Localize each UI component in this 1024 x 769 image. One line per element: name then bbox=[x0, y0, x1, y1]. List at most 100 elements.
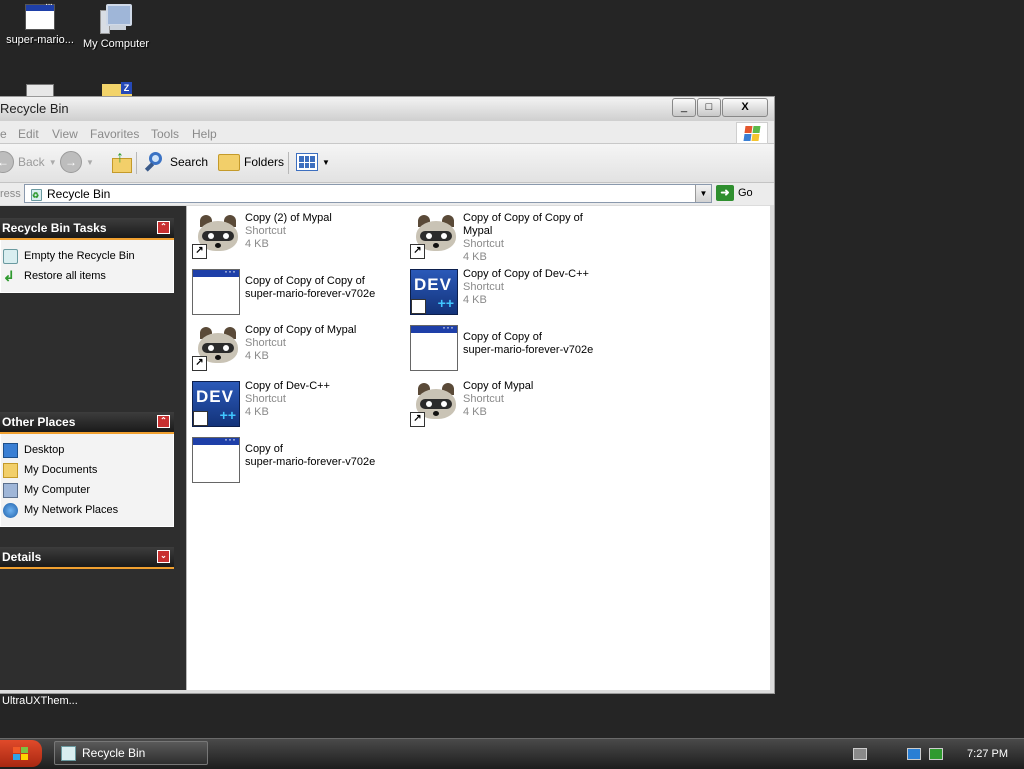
menu-help[interactable]: Help bbox=[192, 127, 217, 141]
file-name: Copy (2) of Mypal bbox=[245, 212, 332, 224]
file-size: 4 KB bbox=[463, 406, 487, 418]
panel-header[interactable]: Other Places ⌃ bbox=[0, 412, 174, 434]
clock[interactable]: 7:27 PM bbox=[967, 748, 1008, 760]
menu-bar: e Edit View Favorites Tools Help bbox=[0, 121, 774, 144]
collapse-icon[interactable]: ⌃ bbox=[157, 221, 170, 234]
file-item[interactable]: Copy of Copy of Copy of super-mario-fore… bbox=[187, 264, 397, 318]
shortcut-arrow-icon: ↗ bbox=[193, 411, 208, 426]
file-item[interactable]: ↗ Copy of Copy of Mypal Shortcut 4 KB bbox=[187, 322, 397, 374]
minimize-button[interactable]: _ bbox=[672, 98, 696, 117]
taskbar-button-recycle-bin[interactable]: Recycle Bin bbox=[54, 741, 208, 765]
file-item[interactable]: Copy of super-mario-forever-v702e bbox=[187, 432, 397, 486]
go-label: Go bbox=[738, 187, 753, 199]
address-bar: ress ♻ Recycle Bin ▼ ➜ Go bbox=[0, 183, 774, 205]
window-app-icon bbox=[410, 320, 458, 371]
file-size: 4 KB bbox=[245, 406, 269, 418]
address-value: Recycle Bin bbox=[47, 186, 111, 201]
desktop-link[interactable]: Desktop bbox=[3, 440, 173, 460]
network-places-icon bbox=[3, 502, 18, 518]
file-type: Shortcut bbox=[245, 393, 286, 405]
file-name: Copy of Copy of Copy of Mypal bbox=[463, 212, 583, 237]
dev-cpp-icon: DEV ++ ↗ bbox=[192, 381, 240, 427]
menu-edit[interactable]: Edit bbox=[18, 127, 39, 141]
shortcut-arrow-icon: ↗ bbox=[410, 412, 425, 427]
keyboard-icon[interactable] bbox=[853, 748, 868, 760]
toolbar: ← Back ▼ → ▼ ↑ Search Folders ▼ bbox=[0, 144, 774, 183]
address-dropdown-button[interactable]: ▼ bbox=[695, 185, 711, 202]
desktop-icon bbox=[3, 442, 18, 458]
windows-flag-icon bbox=[12, 746, 30, 762]
file-item[interactable]: ↗ Copy of Copy of Copy of Mypal Shortcut… bbox=[405, 210, 615, 263]
close-button[interactable]: X bbox=[722, 98, 768, 117]
file-item[interactable]: DEV ++ ↗ Copy of Dev-C++ Shortcut 4 KB bbox=[187, 378, 397, 430]
search-icon bbox=[144, 151, 166, 173]
window-app-icon bbox=[25, 0, 55, 30]
views-button[interactable]: ▼ bbox=[296, 150, 330, 174]
link-label: My Documents bbox=[24, 464, 98, 476]
file-type: Shortcut bbox=[463, 393, 504, 405]
empty-recycle-bin-link[interactable]: Empty the Recycle Bin bbox=[3, 246, 173, 266]
task-pane: Recycle Bin Tasks ⌃ Empty the Recycle Bi… bbox=[0, 206, 186, 690]
file-item[interactable]: ↗ Copy (2) of Mypal Shortcut 4 KB bbox=[187, 210, 397, 262]
my-documents-link[interactable]: My Documents bbox=[3, 460, 173, 480]
window-app-icon bbox=[192, 264, 240, 315]
file-item[interactable]: ↗ Copy of Mypal Shortcut 4 KB bbox=[405, 378, 615, 430]
folders-button[interactable]: Folders bbox=[218, 150, 284, 174]
folders-label: Folders bbox=[244, 155, 285, 169]
back-button[interactable]: ← Back ▼ bbox=[0, 150, 57, 174]
menu-file[interactable]: e bbox=[0, 127, 7, 141]
start-button[interactable] bbox=[0, 740, 42, 767]
expand-icon[interactable]: ⌄ bbox=[157, 550, 170, 563]
partial-archive-icon[interactable]: Z bbox=[102, 82, 132, 96]
tray-app-icon[interactable] bbox=[907, 748, 922, 760]
network-icon[interactable] bbox=[929, 748, 944, 760]
up-button[interactable]: ↑ bbox=[110, 149, 132, 174]
panel-header[interactable]: Recycle Bin Tasks ⌃ bbox=[0, 218, 174, 240]
desktop-icon-super-mario[interactable]: super-mario... bbox=[0, 0, 80, 46]
file-size: 4 KB bbox=[245, 238, 269, 250]
desktop-icon-label[interactable]: UltraUXThem... bbox=[2, 695, 78, 707]
file-size: 4 KB bbox=[245, 350, 269, 362]
shortcut-arrow-icon: ↗ bbox=[410, 244, 425, 259]
file-size: 4 KB bbox=[463, 251, 487, 263]
go-button[interactable]: ➜ Go bbox=[716, 185, 753, 201]
mypal-raccoon-icon: ↗ bbox=[192, 213, 240, 259]
my-documents-icon bbox=[3, 462, 18, 478]
collapse-icon[interactable]: ⌃ bbox=[157, 415, 170, 428]
title-bar[interactable]: Recycle Bin _ □ X bbox=[0, 97, 774, 121]
shortcut-arrow-icon: ↗ bbox=[192, 244, 207, 259]
my-computer-link[interactable]: My Computer bbox=[3, 480, 173, 500]
menu-view[interactable]: View bbox=[52, 127, 78, 141]
file-name-line2: super-mario-forever-v702e bbox=[245, 288, 376, 300]
file-type: Shortcut bbox=[463, 281, 504, 293]
file-type: Shortcut bbox=[245, 337, 286, 349]
mypal-raccoon-icon: ↗ bbox=[192, 325, 240, 371]
desktop-icon-label: super-mario... bbox=[6, 34, 74, 46]
menu-favorites[interactable]: Favorites bbox=[90, 127, 139, 141]
chevron-down-icon: ▼ bbox=[86, 157, 94, 167]
file-type: Shortcut bbox=[245, 225, 286, 237]
my-computer-icon bbox=[100, 4, 132, 34]
taskbar: Recycle Bin 7:27 PM bbox=[0, 738, 1024, 769]
search-button[interactable]: Search bbox=[144, 150, 208, 174]
desktop-icon-my-computer[interactable]: My Computer bbox=[76, 4, 156, 50]
file-item[interactable]: DEV ++ ↗ Copy of Copy of Dev-C++ Shortcut… bbox=[405, 266, 615, 318]
panel-title: Other Places bbox=[2, 415, 76, 429]
menu-tools[interactable]: Tools bbox=[151, 127, 179, 141]
restore-arrow-icon: ↲ bbox=[3, 267, 15, 284]
chevron-down-icon: ▼ bbox=[48, 157, 57, 167]
views-icon bbox=[296, 153, 318, 171]
my-network-places-link[interactable]: My Network Places bbox=[3, 500, 173, 520]
back-arrow-icon: ← bbox=[0, 151, 14, 173]
restore-all-items-link[interactable]: ↲ Restore all items bbox=[3, 266, 173, 286]
panel-header[interactable]: Details ⌄ bbox=[0, 547, 174, 569]
maximize-button[interactable]: □ bbox=[697, 98, 721, 117]
address-input[interactable]: ♻ Recycle Bin ▼ bbox=[24, 184, 712, 203]
file-size: 4 KB bbox=[463, 294, 487, 306]
empty-bin-icon bbox=[3, 248, 18, 264]
file-item[interactable]: Copy of Copy of super-mario-forever-v702… bbox=[405, 320, 615, 374]
go-arrow-icon: ➜ bbox=[716, 185, 734, 201]
forward-button[interactable]: → ▼ bbox=[60, 150, 94, 174]
explorer-window: Recycle Bin _ □ X e Edit View Favorites … bbox=[0, 96, 775, 694]
folder-up-icon: ↑ bbox=[110, 149, 132, 173]
